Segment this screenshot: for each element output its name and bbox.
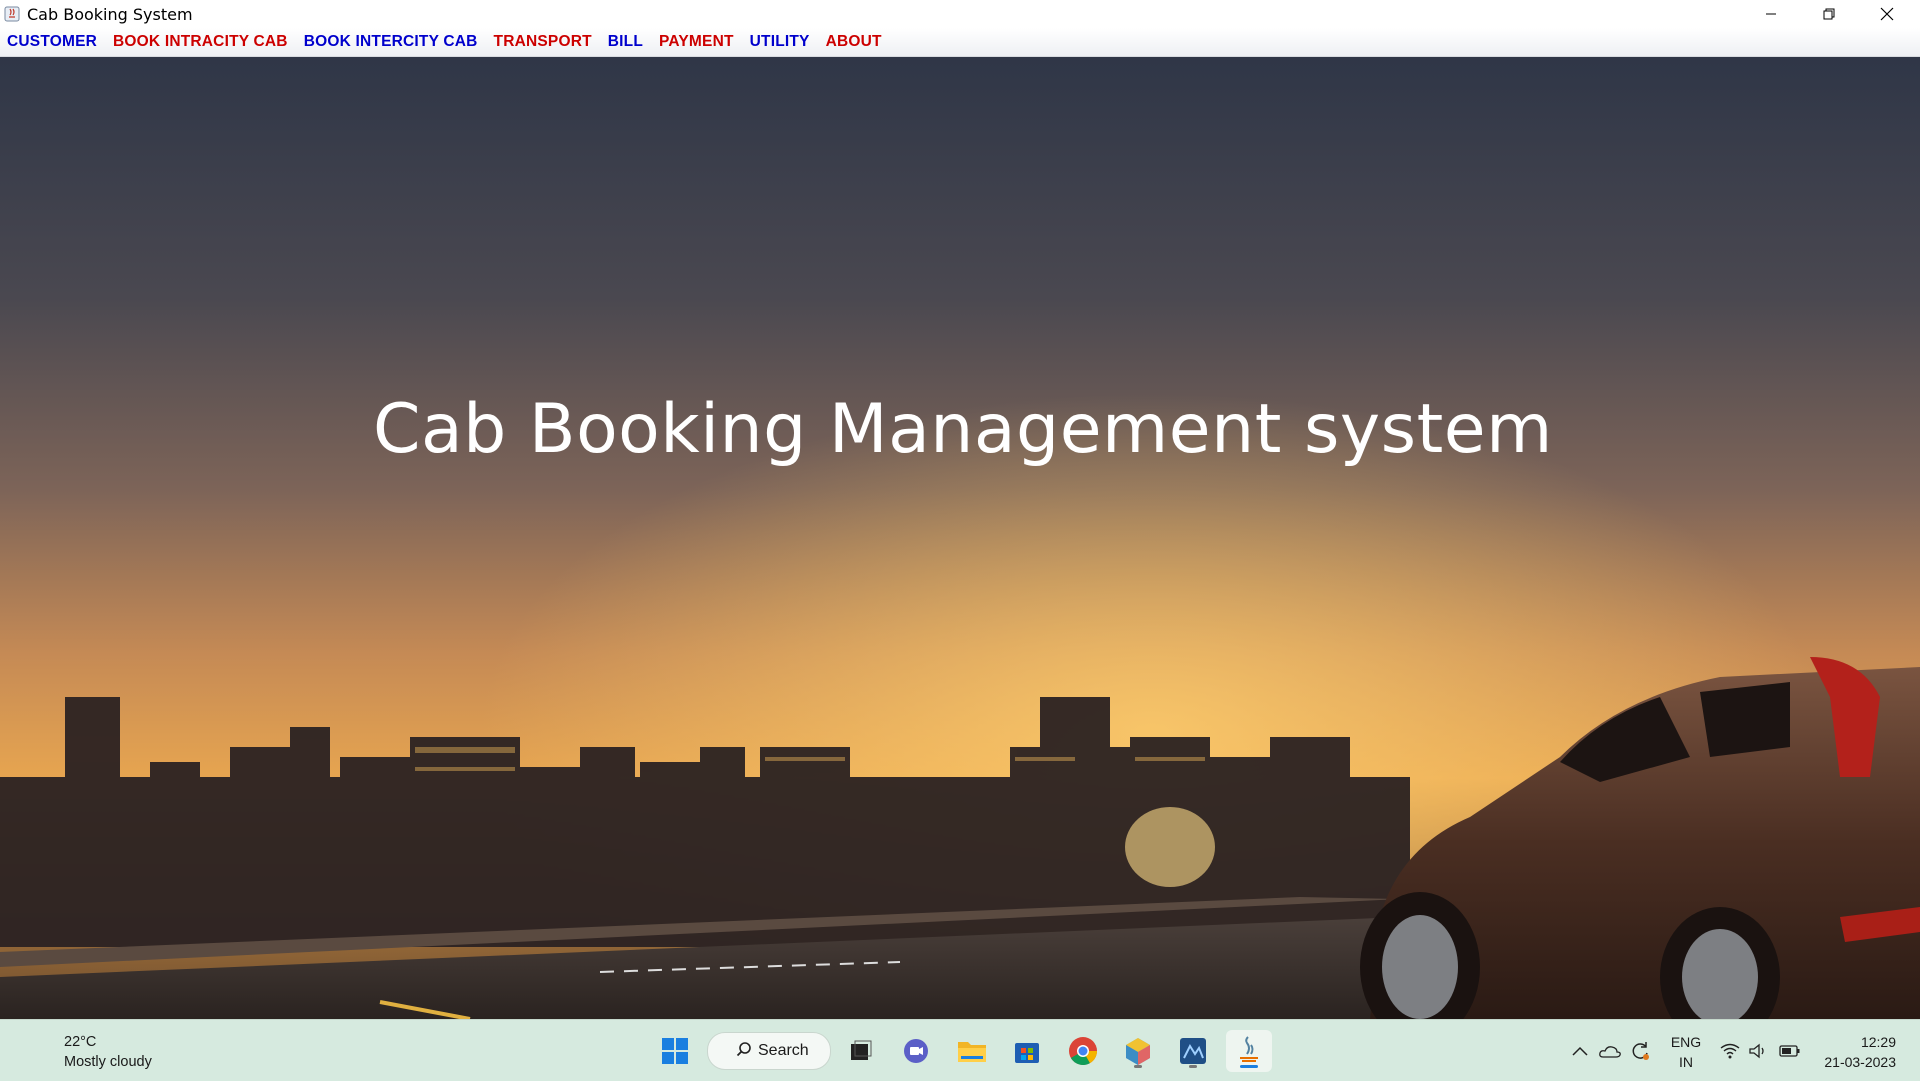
ide-app-icon[interactable] xyxy=(1172,1030,1214,1072)
menu-book-intercity-cab[interactable]: BOOK INTERCITY CAB xyxy=(304,33,478,51)
close-button[interactable] xyxy=(1858,0,1916,28)
page-heading: Cab Booking Management system xyxy=(373,390,1553,469)
start-icon[interactable] xyxy=(654,1030,696,1072)
running-indicator xyxy=(1134,1065,1142,1068)
taskbar: 22°C Mostly cloudy Search ENG IN 12:29 2… xyxy=(0,1019,1920,1081)
chat-icon[interactable] xyxy=(895,1030,937,1072)
menu-transport[interactable]: TRANSPORT xyxy=(494,33,592,51)
java-app-icon xyxy=(3,5,21,23)
onedrive-icon[interactable] xyxy=(1598,1039,1622,1063)
search-icon xyxy=(736,1041,752,1062)
sync-icon[interactable] xyxy=(1628,1039,1652,1063)
chrome-icon[interactable] xyxy=(1062,1030,1104,1072)
active-indicator xyxy=(1240,1065,1258,1068)
battery-icon[interactable] xyxy=(1778,1039,1802,1063)
menu-book-intracity-cab[interactable]: BOOK INTRACITY CAB xyxy=(113,33,288,51)
weather-widget[interactable]: 22°C Mostly cloudy xyxy=(64,1032,152,1072)
menu-about[interactable]: ABOUT xyxy=(826,33,882,51)
weather-temp: 22°C xyxy=(64,1034,97,1050)
file-explorer-icon[interactable] xyxy=(951,1030,993,1072)
language-code: ENG xyxy=(1670,1034,1702,1050)
clock[interactable]: 12:29 21-03-2023 xyxy=(1812,1032,1896,1072)
java-app-icon[interactable] xyxy=(1226,1030,1272,1072)
region-code: IN xyxy=(1679,1054,1693,1070)
clock-time: 12:29 xyxy=(1860,1034,1896,1050)
window-title: Cab Booking System xyxy=(27,4,193,24)
background-image: Cab Booking Management system xyxy=(0,57,1920,1019)
menu-customer[interactable]: CUSTOMER xyxy=(7,33,97,51)
task-view-icon[interactable] xyxy=(840,1030,882,1072)
search-label: Search xyxy=(758,1042,809,1059)
chevron-up-icon[interactable] xyxy=(1568,1039,1592,1063)
weather-condition: Mostly cloudy xyxy=(64,1054,152,1070)
running-indicator xyxy=(1189,1065,1197,1068)
title-bar: Cab Booking System xyxy=(0,0,1920,28)
wifi-icon[interactable] xyxy=(1718,1039,1742,1063)
search-box[interactable]: Search xyxy=(707,1032,831,1070)
menu-utility[interactable]: UTILITY xyxy=(750,33,810,51)
store-icon[interactable] xyxy=(1006,1030,1048,1072)
cube-app-icon[interactable] xyxy=(1117,1030,1159,1072)
menu-bar: CUSTOMER BOOK INTRACITY CAB BOOK INTERCI… xyxy=(0,28,1920,57)
minimize-button[interactable] xyxy=(1742,0,1800,28)
restore-button[interactable] xyxy=(1800,0,1858,28)
language-indicator[interactable]: ENG IN xyxy=(1668,1032,1704,1072)
clock-date: 21-03-2023 xyxy=(1824,1054,1896,1070)
menu-payment[interactable]: PAYMENT xyxy=(659,33,734,51)
menu-bill[interactable]: BILL xyxy=(608,33,643,51)
volume-icon[interactable] xyxy=(1746,1039,1770,1063)
